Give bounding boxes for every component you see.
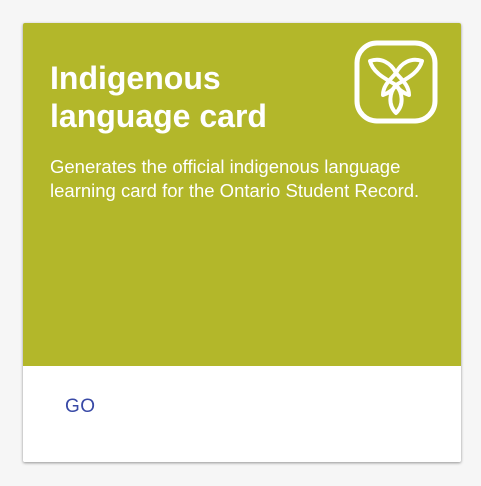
card-title: Indigenous language card — [50, 60, 267, 134]
ontario-trillium-logo-icon — [353, 39, 439, 125]
go-button[interactable]: GO — [53, 388, 108, 426]
card-actions: GO — [23, 366, 461, 462]
card-description: Generates the official indigenous langua… — [50, 156, 420, 201]
indigenous-language-card: Indigenous language card Generates the o… — [23, 23, 461, 462]
card-header: Indigenous language card Generates the o… — [23, 23, 461, 366]
